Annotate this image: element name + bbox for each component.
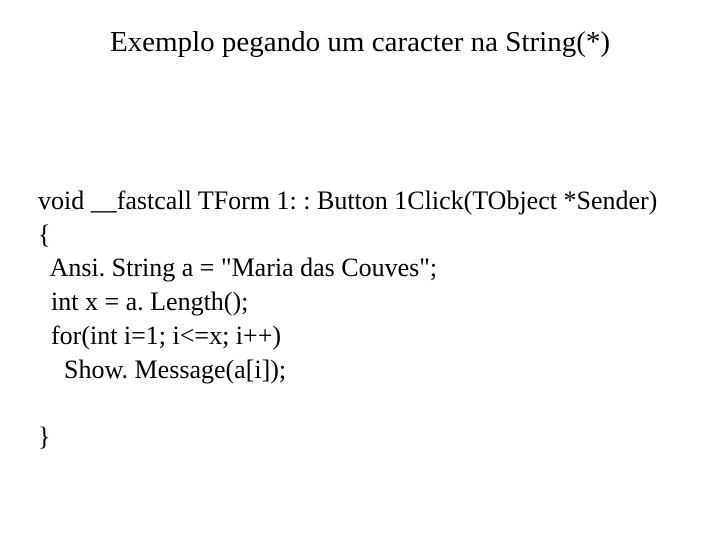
code-line: Show. Message(a[i]); — [38, 355, 286, 384]
slide-title: Exemplo pegando um caracter na String(*) — [0, 26, 720, 59]
code-line: for(int i=1; i<=x; i++) — [38, 321, 281, 350]
code-line: Ansi. String a = "Maria das Couves"; — [38, 253, 437, 282]
code-line: void __fastcall TForm 1: : Button 1Click… — [38, 186, 657, 215]
code-block: void __fastcall TForm 1: : Button 1Click… — [38, 150, 688, 454]
code-line: { — [38, 220, 50, 249]
slide: Exemplo pegando um caracter na String(*)… — [0, 0, 720, 540]
code-line: int x = a. Length(); — [38, 287, 248, 316]
code-line: } — [38, 422, 50, 451]
